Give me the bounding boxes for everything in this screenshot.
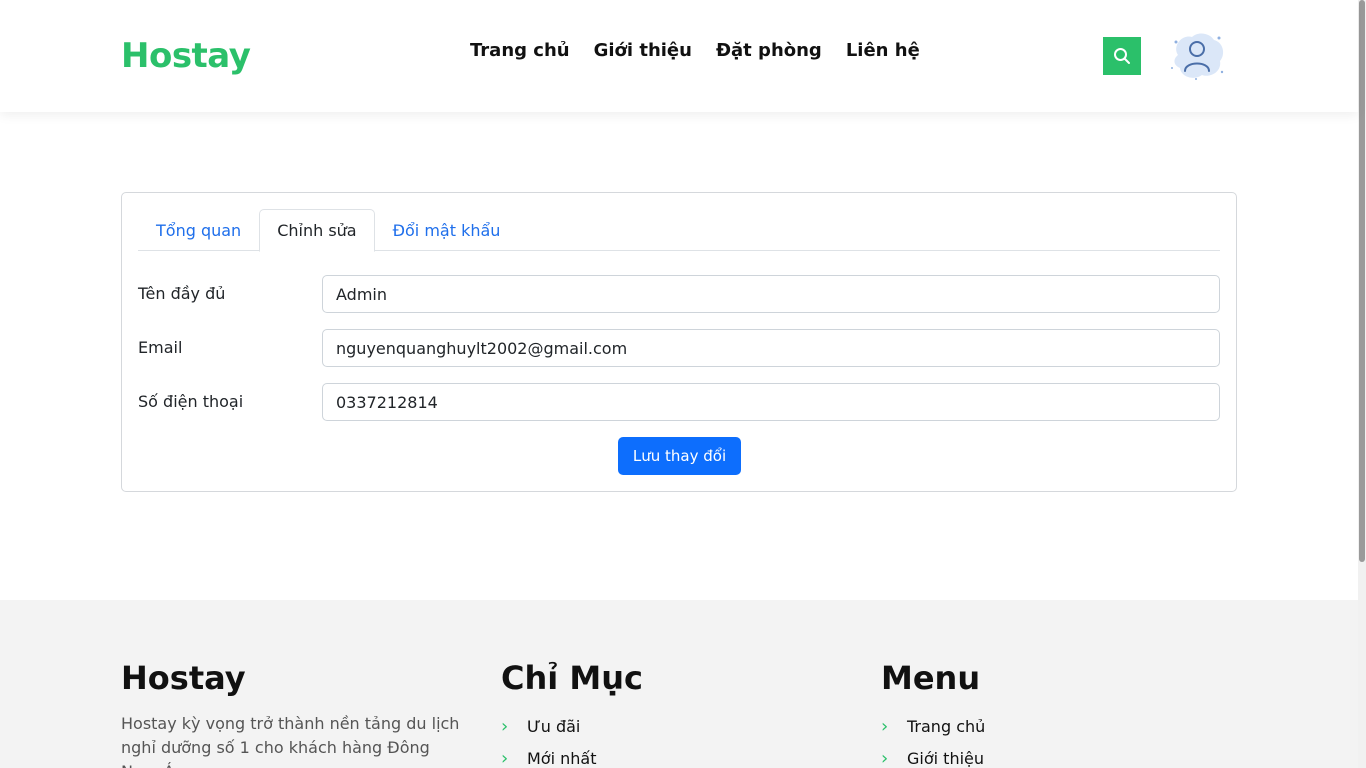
footer-menu: Menu › Trang chủ › Giới thiệu <box>881 658 985 768</box>
scrollbar-thumb[interactable] <box>1359 0 1365 562</box>
user-icon <box>1171 33 1224 80</box>
site-logo[interactable]: Hostay <box>121 36 251 76</box>
tab-change-password[interactable]: Đổi mật khẩu <box>375 209 519 251</box>
footer-index-item[interactable]: › Mới nhất <box>501 742 643 768</box>
chevron-right-icon: › <box>881 747 889 768</box>
phone-label: Số điện thoại <box>138 392 244 411</box>
phone-row: Số điện thoại <box>138 383 1220 421</box>
footer-menu-item[interactable]: › Giới thiệu <box>881 742 985 768</box>
footer-menu-title: Menu <box>881 659 981 697</box>
footer-menu-item-label: Giới thiệu <box>907 748 985 768</box>
tab-edit[interactable]: Chỉnh sửa <box>259 209 375 252</box>
user-avatar[interactable] <box>1168 28 1226 82</box>
nav-home[interactable]: Trang chủ <box>470 40 570 61</box>
fullname-input[interactable] <box>322 275 1220 313</box>
save-button[interactable]: Lưu thay đổi <box>618 437 741 475</box>
nav-booking[interactable]: Đặt phòng <box>716 40 822 61</box>
chevron-right-icon: › <box>501 747 509 768</box>
search-icon <box>1114 48 1130 64</box>
footer-index-title: Chỉ Mục <box>501 659 643 697</box>
footer-menu-item[interactable]: › Trang chủ <box>881 710 985 742</box>
footer-about: Hostay Hostay kỳ vọng trở thành nền tảng… <box>121 658 471 768</box>
fullname-row: Tên đầy đủ <box>138 275 1220 313</box>
nav-contact[interactable]: Liên hệ <box>846 40 920 61</box>
tab-overview[interactable]: Tổng quan <box>138 209 259 251</box>
site-footer: Hostay Hostay kỳ vọng trở thành nền tảng… <box>0 600 1358 768</box>
phone-input[interactable] <box>322 383 1220 421</box>
page-scrollbar[interactable] <box>1358 0 1366 768</box>
footer-index-item-label: Ưu đãi <box>527 716 581 736</box>
nav-about[interactable]: Giới thiệu <box>594 40 692 61</box>
search-button[interactable] <box>1103 37 1141 75</box>
footer-index-item-label: Mới nhất <box>527 748 597 768</box>
footer-about-title: Hostay <box>121 659 246 697</box>
footer-about-text: Hostay kỳ vọng trở thành nền tảng du lịc… <box>121 714 460 768</box>
footer-index: Chỉ Mục › Ưu đãi › Mới nhất <box>501 658 643 768</box>
email-label: Email <box>138 338 183 357</box>
profile-panel: Tổng quan Chỉnh sửa Đổi mật khẩu Tên đầy… <box>121 192 1237 492</box>
site-header: Hostay Trang chủ Giới thiệu Đặt phòng Li… <box>0 0 1358 112</box>
chevron-right-icon: › <box>501 715 509 737</box>
email-row: Email <box>138 329 1220 367</box>
profile-tabs: Tổng quan Chỉnh sửa Đổi mật khẩu <box>138 209 1220 252</box>
main-nav: Trang chủ Giới thiệu Đặt phòng Liên hệ <box>470 40 920 61</box>
email-input[interactable] <box>322 329 1220 367</box>
fullname-label: Tên đầy đủ <box>138 284 226 303</box>
footer-menu-item-label: Trang chủ <box>907 716 986 736</box>
footer-index-item[interactable]: › Ưu đãi <box>501 710 643 742</box>
chevron-right-icon: › <box>881 715 889 737</box>
